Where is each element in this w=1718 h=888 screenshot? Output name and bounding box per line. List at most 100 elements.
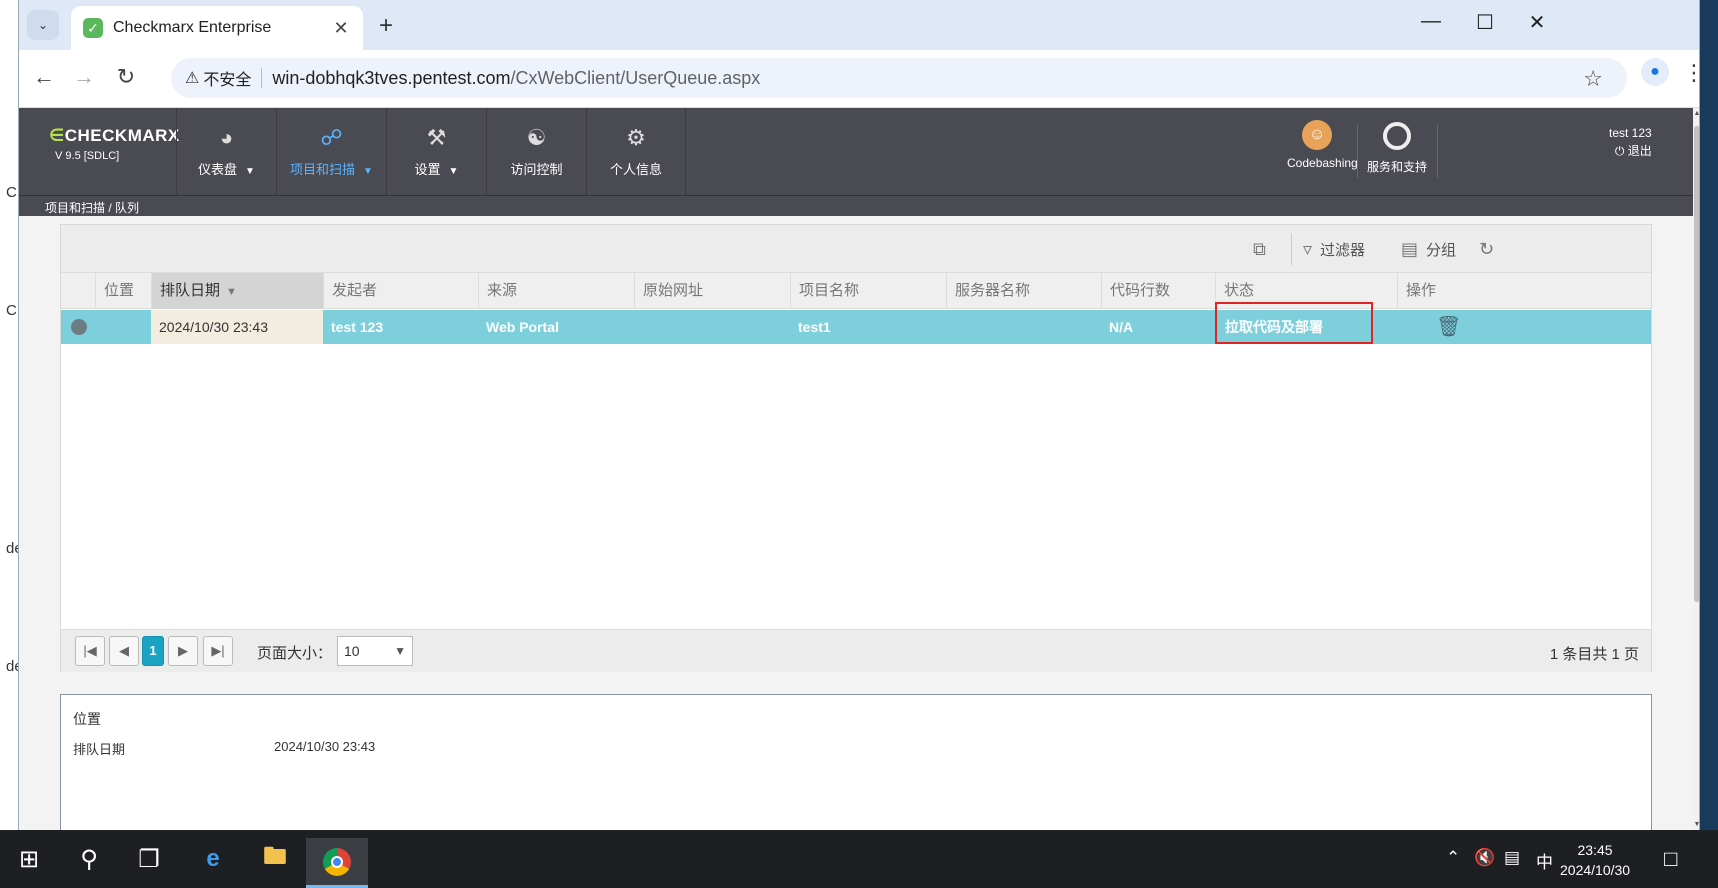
close-window-icon[interactable]: ✕ bbox=[1517, 10, 1557, 35]
column-header-actions: 操作 bbox=[1397, 273, 1653, 309]
tab-title: Checkmarx Enterprise bbox=[113, 19, 272, 36]
column-header-queue-date[interactable]: 排队日期 ▼ bbox=[151, 273, 323, 309]
url-input[interactable]: ⚠ 不安全 win-dobhqk3tves.pentest.com/CxWebC… bbox=[171, 58, 1627, 98]
column-header-origin-url[interactable]: 原始网址 bbox=[634, 273, 790, 309]
maximize-icon[interactable]: ☐ bbox=[1465, 10, 1505, 35]
logout-button[interactable]: ⏻ 退出 bbox=[1609, 142, 1652, 159]
project-scan-icon: ☍ bbox=[320, 125, 343, 150]
support-label: 服务和支持 bbox=[1366, 160, 1427, 174]
cell-origin-url bbox=[634, 310, 790, 344]
desktop-background: C C de de bbox=[0, 0, 23, 830]
checkmarx-logo[interactable]: ∈CHECKMARX bbox=[49, 126, 180, 146]
profile-icon[interactable]: ● bbox=[1641, 58, 1669, 86]
detail-position-label: 位置 bbox=[73, 711, 101, 727]
reload-icon[interactable]: ↻ bbox=[111, 64, 141, 90]
file-explorer-icon[interactable]: 🖿 bbox=[250, 839, 300, 879]
tray-chevron-up-icon[interactable]: ⌃ bbox=[1446, 848, 1460, 868]
page-viewport: ∈CHECKMARX V 9.5 [SDLC] ◕ 仪表盘 ▼ ☍ 项目和扫描 ▼ … bbox=[19, 108, 1693, 830]
caret-down-icon: ▼ bbox=[245, 166, 255, 177]
table-header: 位置 排队日期 ▼ 发起者 来源 原始网址 项目名称 服务器名称 代码行数 状态 … bbox=[61, 273, 1651, 309]
nav-personal-info[interactable]: ⚙ 个人信息 bbox=[586, 108, 686, 195]
tab-search-button[interactable]: ⌄ bbox=[27, 10, 59, 40]
status-highlight-box bbox=[1215, 302, 1373, 344]
forward-icon[interactable]: → bbox=[69, 64, 99, 90]
group-button[interactable]: ▤ 分组 bbox=[1401, 239, 1456, 260]
pagination-bar: |◀ ◀ 1 ▶ ▶| 页面大小： 10 ▼ 1 条目共 1 页 bbox=[61, 629, 1651, 672]
refresh-button[interactable]: ↻ bbox=[1479, 239, 1502, 260]
gauge-icon: ◕ bbox=[219, 125, 234, 150]
back-icon[interactable]: ← bbox=[29, 64, 59, 90]
column-header-source[interactable]: 来源 bbox=[478, 273, 634, 309]
search-icon[interactable]: ⚲ bbox=[64, 839, 114, 879]
insecure-label[interactable]: 不安全 bbox=[203, 66, 251, 90]
nav-label: 仪表盘 bbox=[198, 162, 238, 177]
divider bbox=[1357, 124, 1358, 178]
close-tab-icon[interactable]: ✕ bbox=[331, 18, 351, 39]
divider bbox=[1437, 124, 1438, 178]
network-icon[interactable]: ▤ bbox=[1504, 848, 1520, 868]
internet-explorer-icon[interactable]: e bbox=[188, 839, 238, 879]
scroll-thumb[interactable] bbox=[1694, 126, 1699, 602]
queue-grid: ⧉ ▿ 过滤器 ▤ 分组 ↻ 位置 排队日期 ▼ 发起者 来源 原始网址 项目名称 服… bbox=[60, 224, 1652, 672]
app-header: ∈CHECKMARX V 9.5 [SDLC] ◕ 仪表盘 ▼ ☍ 项目和扫描 ▼ … bbox=[19, 108, 1693, 195]
user-box: test 123 ⏻ 退出 bbox=[1609, 126, 1652, 159]
last-page-icon[interactable]: ▶| bbox=[203, 636, 233, 666]
filter-button[interactable]: ▿ 过滤器 bbox=[1303, 239, 1365, 260]
caret-down-icon: ▼ bbox=[363, 166, 373, 177]
breadcrumb: 项目和扫描 / 队列 bbox=[45, 201, 140, 215]
nav-label: 访问控制 bbox=[510, 162, 563, 177]
page-scrollbar[interactable]: ▲ ▼ bbox=[1693, 108, 1699, 830]
bookmark-star-icon[interactable]: ☆ bbox=[1583, 66, 1603, 92]
new-tab-icon[interactable]: + bbox=[373, 12, 399, 40]
menu-kebab-icon[interactable]: ⋮ bbox=[1683, 60, 1699, 86]
scroll-down-icon[interactable]: ▼ bbox=[1693, 821, 1699, 828]
cell-server-name bbox=[946, 310, 1101, 344]
delete-trash-icon[interactable]: 🗑 bbox=[1436, 314, 1461, 339]
clock-date: 2024/10/30 bbox=[1560, 862, 1631, 878]
chevron-down-icon: ⌄ bbox=[37, 18, 49, 32]
export-icon: ⧉ bbox=[1253, 239, 1266, 259]
page-size-select[interactable]: 10 ▼ bbox=[337, 636, 413, 666]
minimize-icon[interactable]: — bbox=[1411, 10, 1451, 33]
windows-start-icon[interactable]: ⊞ bbox=[4, 839, 54, 879]
chrome-icon[interactable] bbox=[306, 838, 368, 888]
browser-tab[interactable]: ✓ Checkmarx Enterprise ✕ bbox=[71, 6, 363, 50]
filter-icon: ▿ bbox=[1303, 239, 1313, 259]
nav-projects-scans[interactable]: ☍ 项目和扫描 ▼ bbox=[276, 108, 386, 195]
divider bbox=[1291, 233, 1292, 265]
cell-source: Web Portal bbox=[486, 319, 559, 335]
clock-time: 23:45 bbox=[1577, 842, 1613, 858]
windows-taskbar: ⊞ ⚲ ❐ e 🖿 ⌃ 🔇 ▤ 中 23:45 2024/10/30 □ bbox=[0, 830, 1718, 888]
notification-icon[interactable]: □ bbox=[1664, 846, 1677, 872]
column-header-position[interactable]: 位置 bbox=[95, 273, 151, 309]
detail-date-value: 2024/10/30 23:43 bbox=[274, 739, 376, 754]
nav-access-control[interactable]: ☯ 访问控制 bbox=[486, 108, 586, 195]
support-link[interactable]: 服务和支持 bbox=[1363, 120, 1431, 175]
page-number-button[interactable]: 1 bbox=[142, 636, 164, 666]
column-header-initiator[interactable]: 发起者 bbox=[323, 273, 478, 309]
users-icon: ☯ bbox=[526, 125, 547, 150]
next-page-icon[interactable]: ▶ bbox=[168, 636, 198, 666]
column-header-server-name[interactable]: 服务器名称 bbox=[946, 273, 1101, 309]
export-button[interactable]: ⧉ bbox=[1253, 239, 1274, 260]
table-row[interactable]: 2024/10/30 23:43 test 123 Web Portal tes… bbox=[61, 302, 1651, 344]
nav-settings[interactable]: ⚒ 设置 ▼ bbox=[386, 108, 486, 195]
sort-desc-icon: ▼ bbox=[226, 286, 237, 298]
ime-indicator[interactable]: 中 bbox=[1536, 848, 1553, 873]
column-header-project-name[interactable]: 项目名称 bbox=[790, 273, 946, 309]
column-header-loc[interactable]: 代码行数 bbox=[1101, 273, 1215, 309]
scroll-up-icon[interactable]: ▲ bbox=[1693, 110, 1699, 117]
prev-page-icon[interactable]: ◀ bbox=[109, 636, 139, 666]
codebashing-link[interactable]: ☺ Codebashing bbox=[1287, 120, 1358, 170]
first-page-icon[interactable]: |◀ bbox=[75, 636, 105, 666]
user-gear-icon: ⚙ bbox=[626, 125, 646, 150]
codebashing-avatar-icon: ☺ bbox=[1302, 120, 1332, 150]
checkmarx-favicon-icon: ✓ bbox=[83, 18, 103, 38]
address-bar: ← → ↻ ⚠ 不安全 win-dobhqk3tves.pentest.com/… bbox=[19, 50, 1699, 108]
volume-muted-icon[interactable]: 🔇 bbox=[1474, 848, 1495, 868]
username: test 123 bbox=[1609, 126, 1652, 140]
task-view-icon[interactable]: ❐ bbox=[124, 839, 174, 879]
system-clock[interactable]: 23:45 2024/10/30 bbox=[1560, 840, 1630, 880]
nav-dashboard[interactable]: ◕ 仪表盘 ▼ bbox=[176, 108, 276, 195]
breadcrumb-bar: 项目和扫描 / 队列 bbox=[19, 195, 1693, 216]
